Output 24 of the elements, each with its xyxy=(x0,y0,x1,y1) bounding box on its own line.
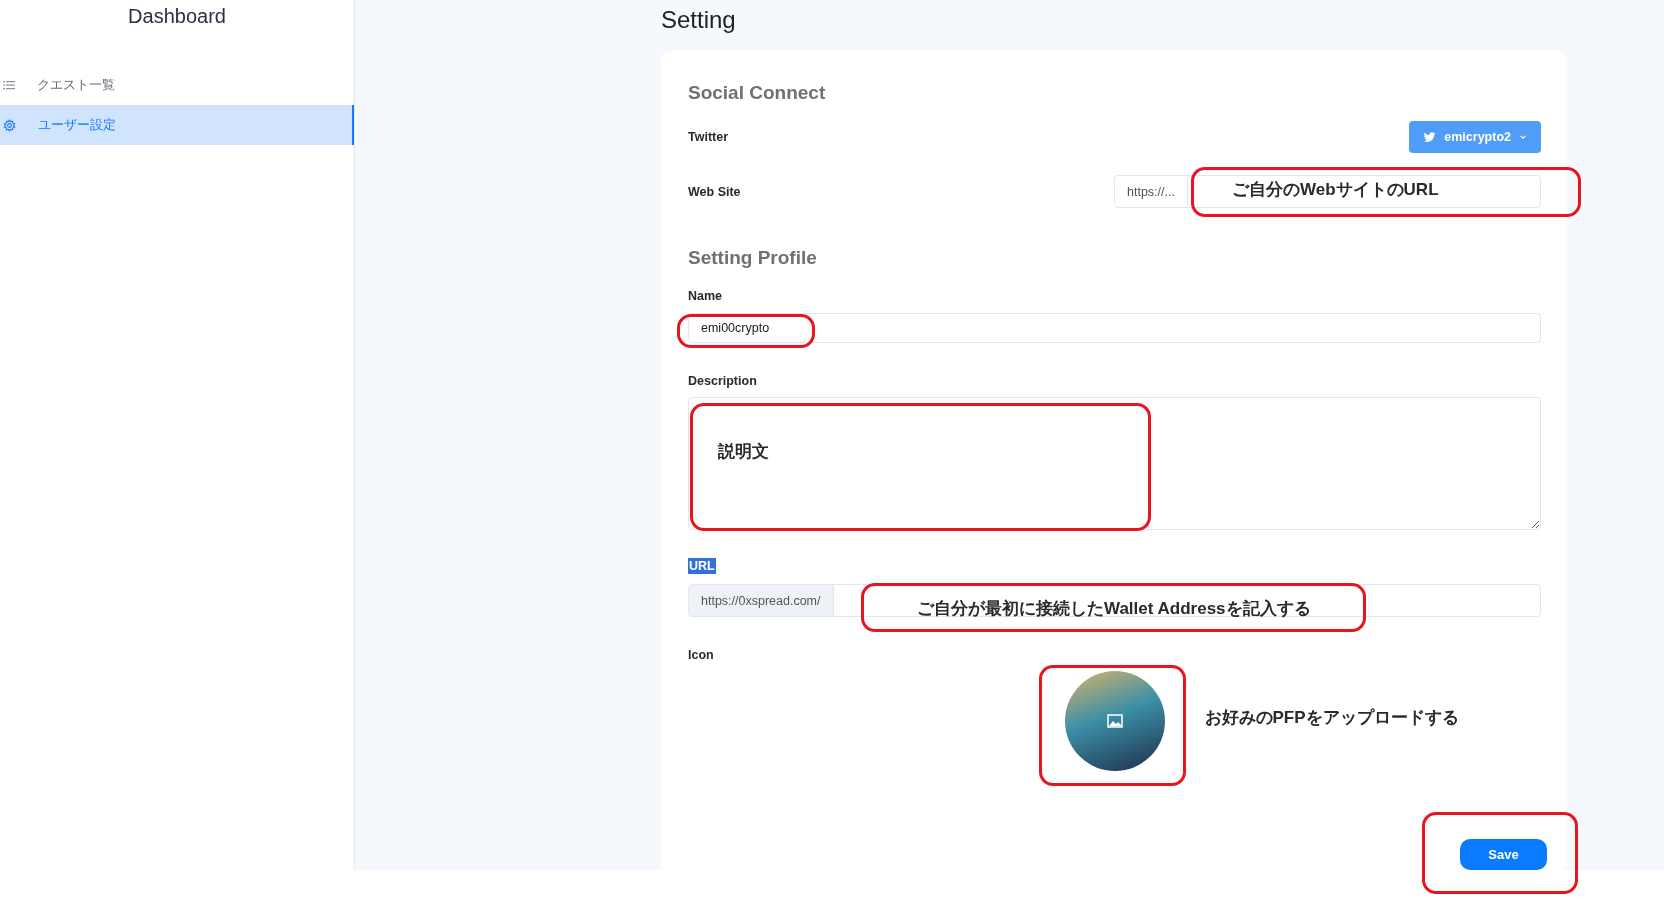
sidebar-title: Dashboard xyxy=(127,5,227,27)
chevron-down-icon xyxy=(1519,133,1527,141)
field-label: Twitter xyxy=(688,129,729,145)
image-icon xyxy=(1106,714,1123,728)
annotation-text: ご自分のWebサイトのURL xyxy=(1232,179,1439,201)
annotation-text: お好みのPFPをアップロードする xyxy=(1204,707,1459,729)
description-field[interactable] xyxy=(688,397,1541,530)
sidebar-item[interactable]: クエスト一覧 xyxy=(0,65,354,105)
annotation-text: 説明文 xyxy=(718,441,769,463)
field-label: Description xyxy=(688,373,758,389)
section-heading: Setting Profile xyxy=(688,246,818,270)
name-field[interactable]: emi00crypto xyxy=(688,313,1541,343)
field-label: Name xyxy=(688,288,724,304)
page-title: Setting xyxy=(661,6,737,34)
bird-icon xyxy=(1423,130,1437,144)
field-label: URL xyxy=(688,558,716,574)
field-label: Web Site xyxy=(688,183,741,200)
section-heading: Social Connect xyxy=(688,81,827,105)
list-icon xyxy=(3,79,15,91)
settings-icon xyxy=(3,118,16,132)
annotation-text: ご自分が最初に接続したWallet Addressを記入する xyxy=(917,598,1311,620)
sidebar-item[interactable]: ユーザー設定 xyxy=(0,105,354,145)
save-button[interactable]: Save xyxy=(1460,839,1547,870)
field-label: Icon xyxy=(688,647,715,663)
